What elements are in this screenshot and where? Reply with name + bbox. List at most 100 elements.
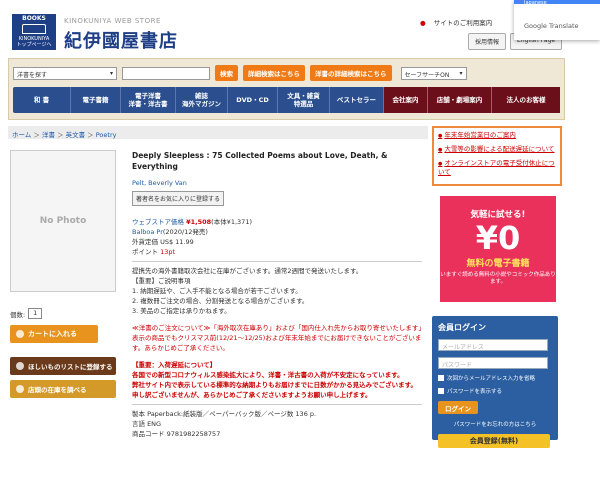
divider xyxy=(132,261,422,262)
menu-stores[interactable]: 店舗・劇場案内 xyxy=(428,87,492,113)
login-title: 会員ログイン xyxy=(438,323,486,332)
breadcrumb-separator: ＞ xyxy=(85,131,96,139)
right-column: 年末年始営業日のご案内 大雪等の影響による配送遅延について オンラインストアの電… xyxy=(432,126,562,448)
menu-company[interactable]: 会社案内 xyxy=(384,87,428,113)
email-field[interactable]: メールアドレス xyxy=(438,339,548,351)
login-panel: 会員ログイン メールアドレス パスワード 次回からメールアドレス入力を省略 パス… xyxy=(432,316,558,448)
search-row: 洋書を探す ▾ 検索 詳細検索はこちら 洋書の詳細検索はこちら セーフサーチON… xyxy=(13,65,467,81)
kinokuniya-logo[interactable]: BOOKS KINOKUNIYA トップページへ xyxy=(12,14,56,50)
add-to-cart-label: カートに入れる xyxy=(28,330,77,338)
notice-link-snow[interactable]: 大雪等の影響による配送遅延について xyxy=(438,145,556,154)
price-value: ¥1,508 xyxy=(186,218,212,226)
ad-line-4: いますぐ読める無料の小説やコミック作品あります。 xyxy=(440,272,556,285)
bullet-icon: ● xyxy=(420,19,428,27)
foreign-detail-search-button[interactable]: 洋書の詳細検索はこちら xyxy=(310,65,392,81)
breadcrumb-separator: ＞ xyxy=(54,131,66,139)
menu-corporate[interactable]: 法人のお客様 xyxy=(492,87,560,113)
navigation-area: 洋書を探す ▾ 検索 詳細検索はこちら 洋書の詳細検索はこちら セーフサーチON… xyxy=(8,58,565,120)
spec-language: 言語 ENG xyxy=(132,420,162,428)
site-header: BOOKS KINOKUNIYA トップページへ KINOKUNIYA WEB … xyxy=(0,0,600,56)
translate-language[interactable]: Japanese xyxy=(524,0,547,6)
top-link-guide[interactable]: ● サイトのご利用案内 xyxy=(420,19,498,27)
logo-sub-text: トップページへ xyxy=(16,42,52,48)
store-stock-button[interactable]: 店頭の在庫を調べる xyxy=(10,380,116,398)
quantity-input[interactable]: 1 xyxy=(28,308,43,319)
translate-label: Google Translate xyxy=(524,22,579,30)
note-item: 2. 複数冊ご注文の場合、分割発送となる場合がございます。 xyxy=(132,297,309,305)
ad-line-1: 気軽に試せる! xyxy=(470,210,526,220)
detail-search-button[interactable]: 詳細検索はこちら xyxy=(243,65,305,81)
checkbox-icon xyxy=(438,388,444,394)
notes-heading: 【重要】ご説明事項 xyxy=(132,277,191,285)
register-button[interactable]: 会員登録(無料) xyxy=(438,434,550,448)
breadcrumb-foreign[interactable]: 洋書 xyxy=(42,131,55,139)
google-translate-popup[interactable]: Japanese Google Translate xyxy=(514,0,600,40)
ad-line-3: 無料の電子書籍 xyxy=(466,259,530,269)
book-icon xyxy=(22,24,46,34)
stock-message: 提携先の海外書籍取次会社に在庫がございます。通常2週間で発送いたします。 xyxy=(132,267,363,275)
search-category-select[interactable]: 洋書を探す ▾ xyxy=(13,66,117,80)
divider xyxy=(132,404,422,405)
forgot-password-link[interactable]: パスワードをお忘れの方はこちら xyxy=(438,420,552,428)
quantity-row: 個数: 1 xyxy=(10,308,116,319)
spec-code: 商品コード 9781982258757 xyxy=(132,430,221,438)
price-tax: (本体¥1,371) xyxy=(211,218,252,226)
top-link-guide-label: サイトのご利用案内 xyxy=(433,19,493,27)
menu-bestseller[interactable]: ベストセラー xyxy=(330,87,384,113)
menu-ebooks[interactable]: 電子書籍 xyxy=(71,87,121,113)
cart-icon xyxy=(16,330,24,338)
delay-body-2: 弊社サイト内で表示している標準的な納期よりもお届けまでに日数がかかる見込みでござ… xyxy=(132,381,418,389)
menu-stationery[interactable]: 文具・雑貨 特選品 xyxy=(278,87,330,113)
product-specs: 製本 Paperback:紙装版／ペーパーバック版／ページ数 136 p. 言語… xyxy=(132,409,422,439)
delay-heading: 【重要：入荷遅延について】 xyxy=(132,361,217,369)
product-detail: Deeply Sleepless : 75 Collected Poems ab… xyxy=(132,150,422,439)
notice-link-online[interactable]: オンラインストアの電子受付休止について xyxy=(438,159,556,176)
login-button[interactable]: ログイン xyxy=(438,401,478,414)
breadcrumb-separator: ＞ xyxy=(31,131,42,139)
recruit-button[interactable]: 採用情報 xyxy=(468,33,507,50)
breadcrumb-poetry[interactable]: Poetry xyxy=(96,131,117,139)
menu-foreign-books[interactable]: 電子洋書 洋書・洋古書 xyxy=(121,87,176,113)
publisher-link[interactable]: Balboa Pr xyxy=(132,228,163,236)
points-value: 13pt xyxy=(160,248,176,256)
add-to-cart-button[interactable]: カートに入れる xyxy=(10,325,98,343)
breadcrumb: ホーム ＞ 洋書 ＞ 英文書 ＞ Poetry xyxy=(8,126,428,139)
show-password-checkbox[interactable]: パスワードを表示する xyxy=(438,387,552,395)
ad-price: ¥0 xyxy=(475,219,521,257)
search-category-value: 洋書を探す xyxy=(17,71,48,79)
breadcrumb-home[interactable]: ホーム xyxy=(12,131,31,139)
menu-magazines[interactable]: 雑誌 海外マガジン xyxy=(176,87,228,113)
quantity-label: 個数: xyxy=(10,310,26,319)
ebook-ad-banner[interactable]: 気軽に試せる! ¥0 無料の電子書籍 いますぐ読める無料の小説やコミック作品あり… xyxy=(440,196,556,302)
breadcrumb-english[interactable]: 英文書 xyxy=(66,131,86,139)
store-stock-label: 店頭の在庫を調べる xyxy=(28,386,87,394)
menu-dvd-cd[interactable]: DVD・CD xyxy=(228,87,278,113)
product-title: Deeply Sleepless : 75 Collected Poems ab… xyxy=(132,151,388,171)
product-image: No Photo xyxy=(10,150,116,292)
safe-search-select[interactable]: セーフサーチON ▾ xyxy=(400,66,467,80)
web-store-label: KINOKUNIYA WEB STORE xyxy=(64,17,161,25)
note-item: 3. 美品のご指定は承りかねます。 xyxy=(132,307,231,315)
show-password-label: パスワードを表示する xyxy=(447,389,503,395)
chevron-down-icon: ▾ xyxy=(459,69,463,77)
xmas-notice: ≪洋書のご注文について≫「海外取次在庫あり」および「国内仕入れ先からお取り寄せい… xyxy=(132,324,422,352)
save-email-label: 次回からメールアドレス入力を省略 xyxy=(447,376,536,382)
notice-link-holiday[interactable]: 年末年始営業日のご案内 xyxy=(438,131,556,140)
logo-top-text: BOOKS xyxy=(22,15,46,22)
safe-search-value: セーフサーチON xyxy=(404,71,450,79)
top-links: ● サイトのご利用案内 xyxy=(420,17,504,27)
menu-japanese-books[interactable]: 和 書 xyxy=(13,87,71,113)
save-email-checkbox[interactable]: 次回からメールアドレス入力を省略 xyxy=(438,374,552,382)
favorite-author-button[interactable]: 著者名をお気に入りに登録する xyxy=(132,191,225,206)
password-field[interactable]: パスワード xyxy=(438,357,548,369)
note-item: 1. 納期遅延や、ご入手不能となる場合が若干ございます。 xyxy=(132,287,302,295)
search-input[interactable] xyxy=(122,66,210,80)
product-author[interactable]: Pelt, Beverly Van xyxy=(132,179,422,187)
points-label: ポイント xyxy=(132,248,158,256)
search-button[interactable]: 検索 xyxy=(215,65,238,81)
chevron-down-icon: ▾ xyxy=(109,69,113,77)
wishlist-label: ほしいものリストに登録する xyxy=(28,363,113,371)
publish-date: (2020/12発売) xyxy=(162,228,208,236)
wishlist-button[interactable]: ほしいものリストに登録する xyxy=(10,357,116,375)
delay-body: 各国での新型コロナウィルス感染拡大により、洋書・洋古書の入荷が不安定になっていま… xyxy=(132,371,404,379)
